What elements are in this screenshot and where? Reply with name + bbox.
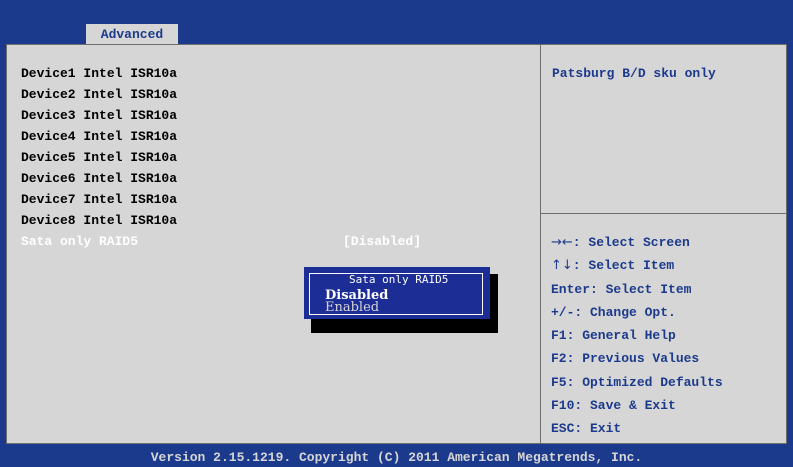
device4-item[interactable]: Device4 Intel ISR10a (21, 126, 521, 147)
key-enter: Enter: Select Item (551, 281, 692, 297)
key-optimized-defaults: F5: Optimized Defaults (551, 374, 723, 390)
key-exit: ESC: Exit (551, 421, 622, 437)
device7-item[interactable]: Device7 Intel ISR10a (21, 189, 521, 210)
key-general-help: F1: General Help (551, 328, 676, 344)
popup-frame: Sata only RAID5 Disabled Enabled (309, 273, 483, 315)
option-enabled[interactable]: Enabled (325, 301, 379, 314)
sata-only-raid5-label: Sata only RAID5 (21, 234, 139, 249)
key-select-item: ↑↓: Select Item (551, 258, 675, 274)
main-panel: Device1 Intel ISR10a Device2 Intel ISR10… (6, 44, 787, 444)
top-bar: Advanced (0, 0, 793, 44)
sata-only-raid5-item[interactable]: Sata only RAID5 [Disabled] (21, 231, 521, 252)
key-legend: →←: Select Screen ↑↓: Select Item Enter:… (551, 231, 723, 441)
key-previous-values: F2: Previous Values (551, 351, 700, 367)
sata-only-raid5-value: [Disabled] (343, 234, 422, 249)
popup-title: Sata only RAID5 (346, 274, 452, 286)
key-select-screen: →←: Select Screen (551, 235, 690, 250)
option-popup: Sata only RAID5 Disabled Enabled (304, 267, 490, 319)
footer-version: Version 2.15.1219. Copyright (C) 2011 Am… (150, 450, 643, 465)
up-down-arrows-icon: ↑↓ (551, 258, 573, 274)
device5-item[interactable]: Device5 Intel ISR10a (21, 147, 521, 168)
key-change-opt: +/-: Change Opt. (551, 304, 676, 320)
device8-item[interactable]: Device8 Intel ISR10a (21, 210, 521, 231)
left-right-arrows-icon: →← (551, 235, 573, 250)
panel-divider (540, 45, 541, 443)
device2-item[interactable]: Device2 Intel ISR10a (21, 84, 521, 105)
tab-advanced[interactable]: Advanced (86, 24, 178, 44)
help-text: Patsburg B/D sku only (552, 66, 716, 81)
key-save-exit: F10: Save & Exit (551, 398, 676, 414)
settings-list: Device1 Intel ISR10a Device2 Intel ISR10… (21, 63, 521, 252)
device1-item[interactable]: Device1 Intel ISR10a (21, 63, 521, 84)
device6-item[interactable]: Device6 Intel ISR10a (21, 168, 521, 189)
device3-item[interactable]: Device3 Intel ISR10a (21, 105, 521, 126)
help-divider (540, 213, 786, 214)
